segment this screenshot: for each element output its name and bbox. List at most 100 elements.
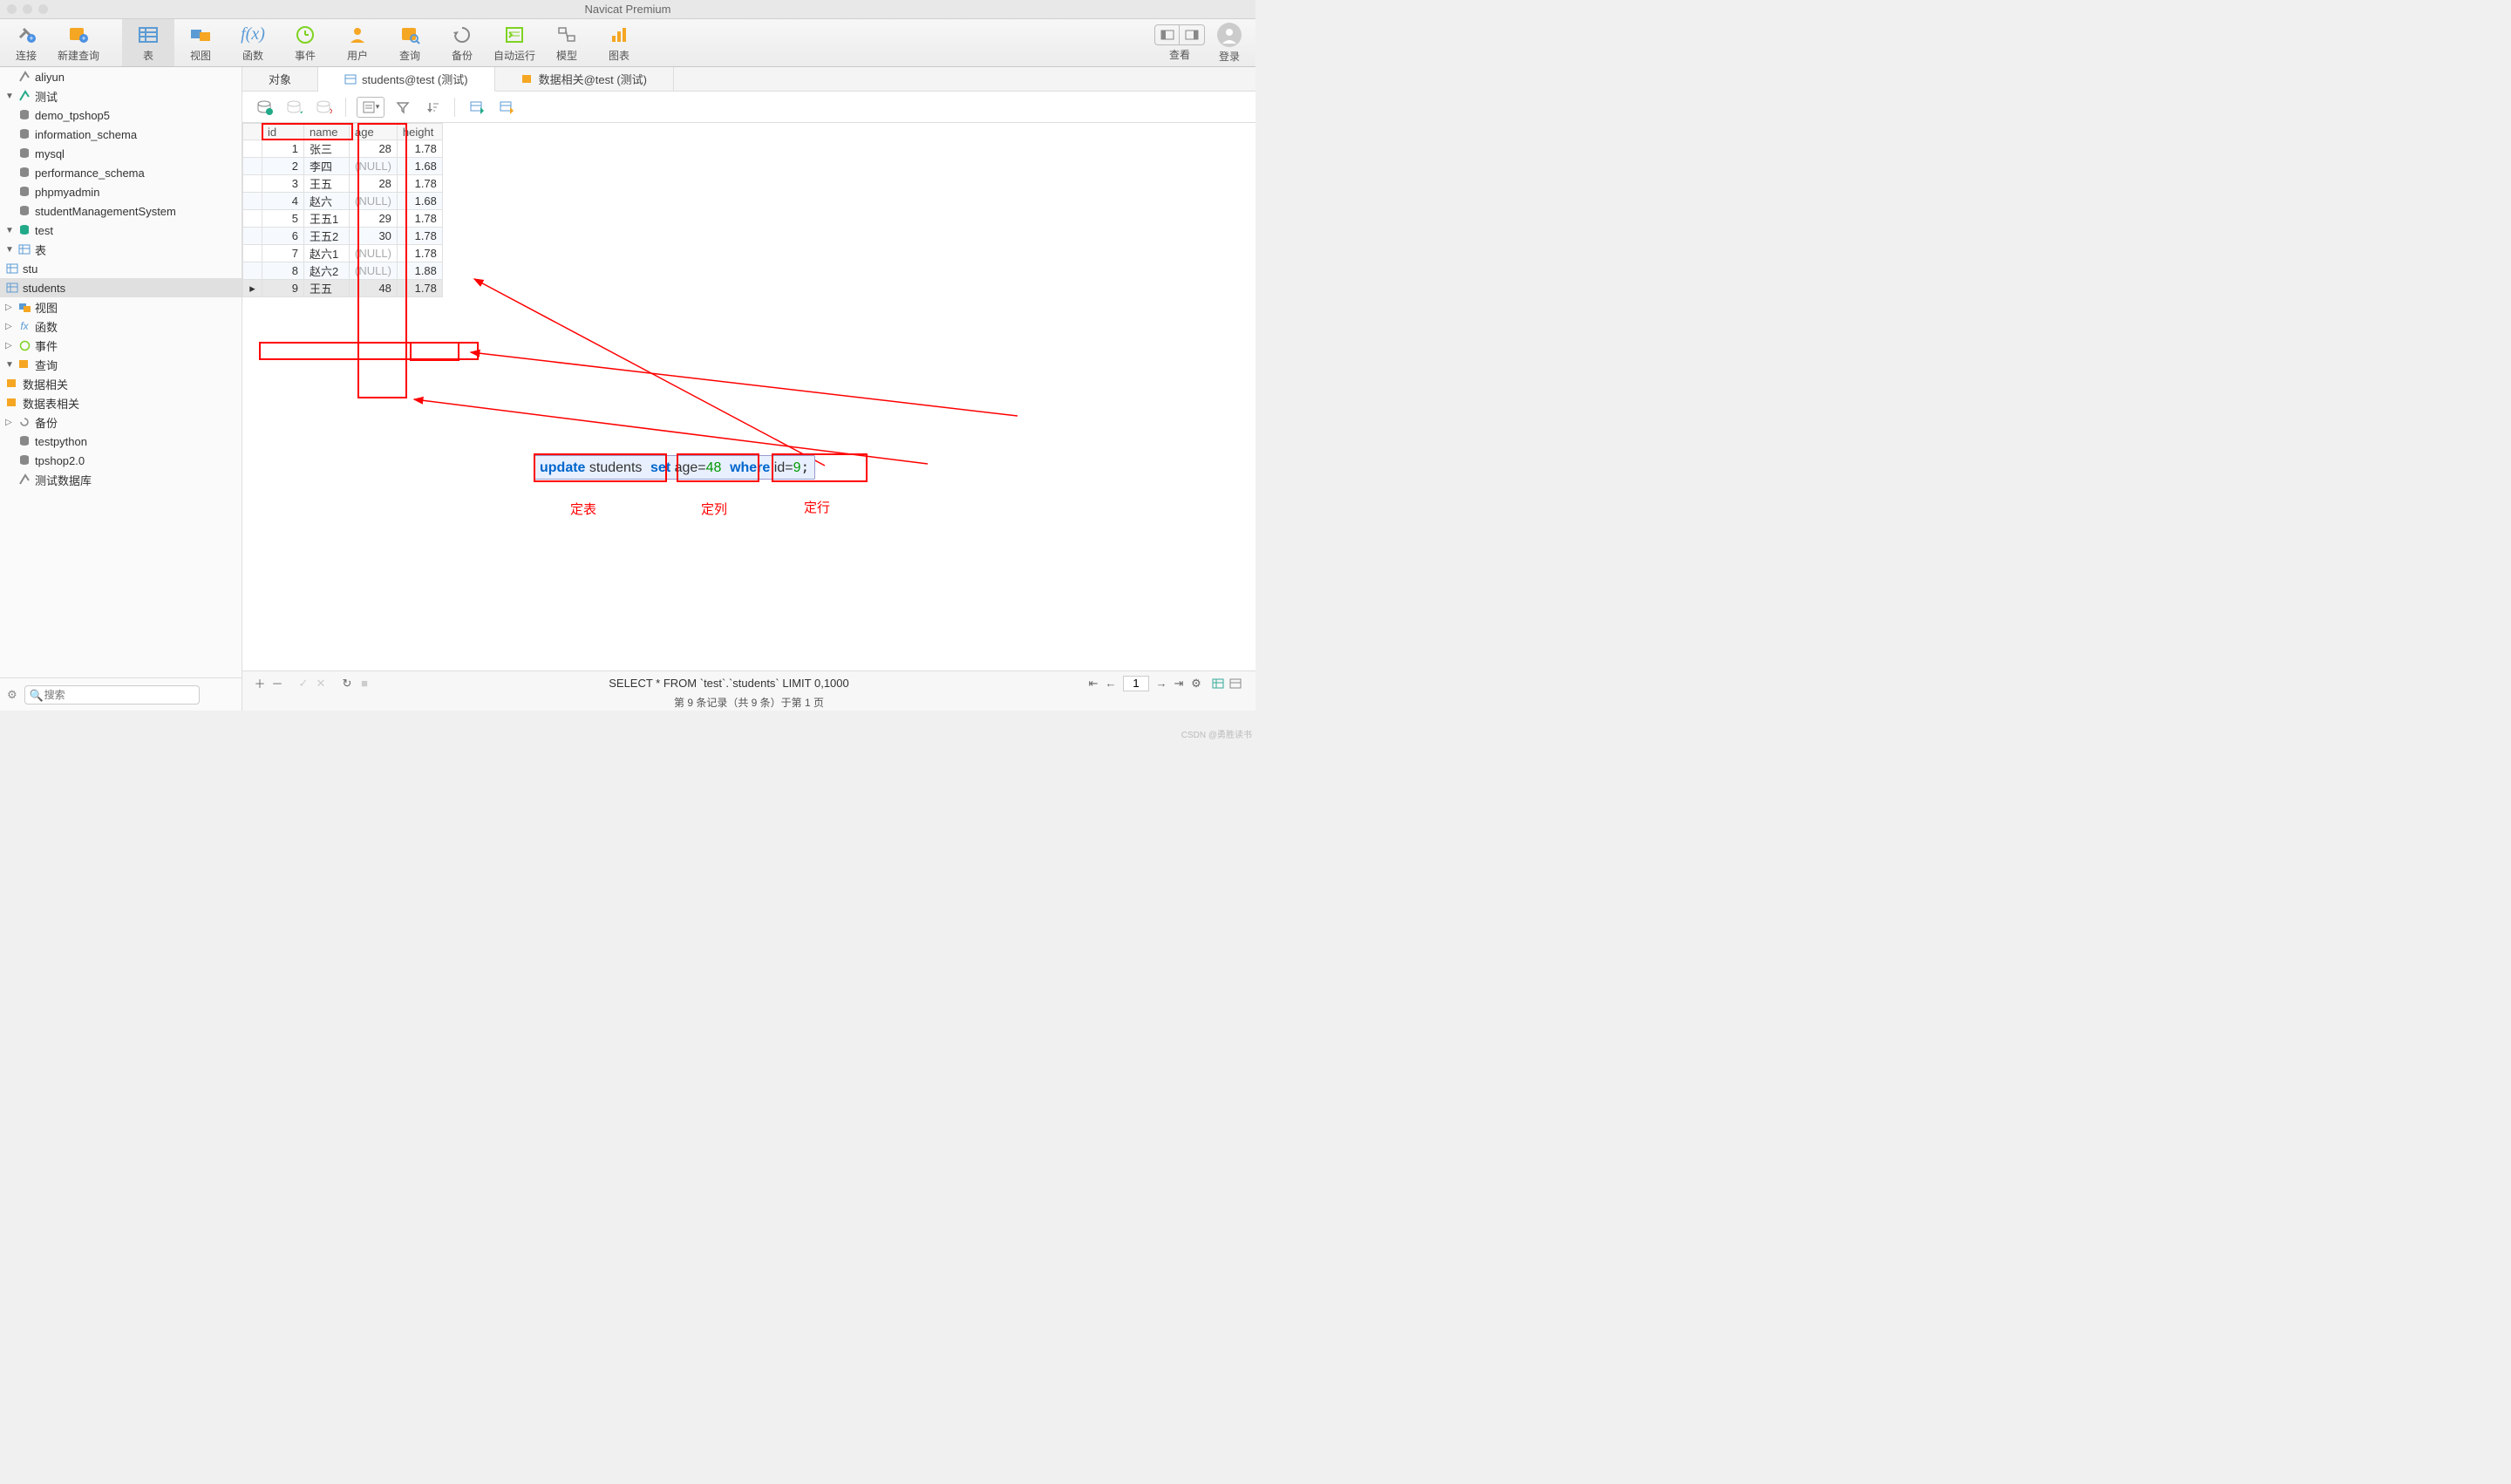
form-view-button[interactable] — [1229, 678, 1247, 689]
sort-button[interactable] — [421, 97, 444, 118]
table-row[interactable]: 1张三281.78 — [243, 140, 443, 158]
folder-events[interactable]: ▷事件 — [0, 336, 242, 355]
main-toolbar: + 连接 + 新建查询 表 视图 f(x) 函数 事件 用户 查询 备份 自动运… — [0, 19, 1256, 67]
model-button[interactable]: 模型 — [541, 19, 593, 66]
table-row[interactable]: 6王五2301.78 — [243, 228, 443, 245]
query-icon — [398, 24, 422, 46]
database-phpmyadmin[interactable]: phpmyadmin — [0, 182, 242, 201]
backup-icon — [450, 24, 474, 46]
export-button[interactable] — [495, 97, 518, 118]
pane-left-icon[interactable] — [1155, 25, 1180, 44]
settings-icon[interactable]: ⚙ — [7, 688, 17, 702]
view-icon — [188, 24, 213, 46]
database-icon — [17, 223, 31, 237]
import-button[interactable] — [466, 97, 488, 118]
function-icon: f(x) — [241, 24, 265, 46]
tab-objects[interactable]: 对象 — [242, 67, 318, 91]
table-row[interactable]: 2李四(NULL)1.68 — [243, 158, 443, 175]
last-page-button[interactable]: ⇥ — [1170, 677, 1187, 691]
database-performance_schema[interactable]: performance_schema — [0, 163, 242, 182]
column-header-id[interactable]: id — [262, 124, 304, 140]
stop-button[interactable]: ■ — [356, 677, 373, 690]
connect-button[interactable]: + 连接 — [0, 19, 52, 66]
next-page-button[interactable]: → — [1153, 677, 1170, 690]
page-number-input[interactable] — [1123, 676, 1149, 691]
tab-datarel[interactable]: 数据相关@test (测试) — [495, 67, 674, 91]
begin-txn-button[interactable] — [253, 97, 276, 118]
search-input[interactable] — [24, 685, 200, 705]
first-page-button[interactable]: ⇤ — [1085, 677, 1102, 691]
autorun-icon — [502, 24, 527, 46]
folder-tables[interactable]: ▼表 — [0, 240, 242, 259]
tab-students[interactable]: students@test (测试) — [318, 67, 495, 92]
table-row[interactable]: ▸9王五481.78 — [243, 280, 443, 297]
connection-tree[interactable]: aliyun ▼测试 demo_tpshop5information_schem… — [0, 67, 242, 677]
view-toggle[interactable] — [1154, 24, 1205, 45]
database-demo_tpshop5[interactable]: demo_tpshop5 — [0, 106, 242, 125]
folder-funcs[interactable]: ▷fx函数 — [0, 317, 242, 336]
data-toolbar: ✓ ✕ ▾ — [242, 92, 1256, 123]
prev-page-button[interactable]: ← — [1102, 677, 1119, 690]
query-q2[interactable]: 数据表相关 — [0, 393, 242, 412]
rollback-button[interactable]: ✕ — [312, 97, 335, 118]
table-item-icon — [5, 262, 19, 276]
model-icon — [555, 24, 579, 46]
login-avatar[interactable] — [1217, 23, 1242, 47]
database-studentManagementSystem[interactable]: studentManagementSystem — [0, 201, 242, 221]
filter-button[interactable] — [391, 97, 414, 118]
new-query-button[interactable]: + 新建查询 — [52, 19, 105, 66]
table-row[interactable]: 5王五1291.78 — [243, 210, 443, 228]
chart-button[interactable]: 图表 — [593, 19, 645, 66]
table-icon — [136, 24, 160, 46]
cancel-button[interactable]: ✕ — [312, 677, 330, 691]
apply-button[interactable]: ✓ — [295, 677, 312, 691]
table-button[interactable]: 表 — [122, 19, 174, 66]
chart-icon — [607, 24, 631, 46]
database-tpshop2.0[interactable]: tpshop2.0 — [0, 451, 242, 470]
svg-text:+: + — [29, 34, 33, 43]
folder-backup[interactable]: ▷备份 — [0, 412, 242, 432]
column-header-name[interactable]: name — [304, 124, 350, 140]
table-students[interactable]: students — [0, 278, 242, 297]
query-button[interactable]: 查询 — [384, 19, 436, 66]
database-testpython[interactable]: testpython — [0, 432, 242, 451]
user-button[interactable]: 用户 — [331, 19, 384, 66]
connection-aliyun[interactable]: aliyun — [0, 67, 242, 86]
text-mode-button[interactable]: ▾ — [357, 97, 384, 118]
pane-right-icon[interactable] — [1180, 25, 1204, 44]
autorun-button[interactable]: 自动运行 — [488, 19, 541, 66]
data-grid[interactable]: idnameageheight 1张三281.782李四(NULL)1.683王… — [242, 123, 1256, 671]
query-tab-icon — [521, 74, 534, 85]
table-row[interactable]: 4赵六(NULL)1.68 — [243, 193, 443, 210]
database-information_schema[interactable]: information_schema — [0, 125, 242, 144]
database-mysql[interactable]: mysql — [0, 144, 242, 163]
connection-testdb[interactable]: 测试数据库 — [0, 470, 242, 489]
grid-view-button[interactable] — [1212, 678, 1229, 689]
view-button[interactable]: 视图 — [174, 19, 227, 66]
record-info: 第 9 条记录（共 9 条）于第 1 页 — [242, 695, 1256, 711]
status-sql: SELECT * FROM `test`.`students` LIMIT 0,… — [373, 677, 1085, 690]
column-header-age[interactable]: age — [350, 124, 398, 140]
connection-test[interactable]: ▼测试 — [0, 86, 242, 106]
folder-queries[interactable]: ▼查询 — [0, 355, 242, 374]
page-settings-button[interactable]: ⚙ — [1187, 677, 1205, 691]
query-q1[interactable]: 数据相关 — [0, 374, 242, 393]
refresh-button[interactable]: ↻ — [338, 677, 356, 691]
database-test[interactable]: ▼test — [0, 221, 242, 240]
window-title: Navicat Premium — [0, 3, 1256, 16]
column-header-height[interactable]: height — [397, 124, 442, 140]
table-row[interactable]: 3王五281.78 — [243, 175, 443, 193]
table-row[interactable]: 7赵六1(NULL)1.78 — [243, 245, 443, 262]
backup-button[interactable]: 备份 — [436, 19, 488, 66]
delete-row-button[interactable]: － — [269, 675, 286, 691]
database-icon — [17, 434, 31, 448]
function-button[interactable]: f(x) 函数 — [227, 19, 279, 66]
connection-icon — [17, 70, 31, 84]
row-marker-header — [243, 124, 262, 140]
folder-views[interactable]: ▷视图 — [0, 297, 242, 317]
commit-button[interactable]: ✓ — [282, 97, 305, 118]
table-stu[interactable]: stu — [0, 259, 242, 278]
add-row-button[interactable]: ＋ — [251, 675, 269, 691]
table-row[interactable]: 8赵六2(NULL)1.88 — [243, 262, 443, 280]
event-button[interactable]: 事件 — [279, 19, 331, 66]
